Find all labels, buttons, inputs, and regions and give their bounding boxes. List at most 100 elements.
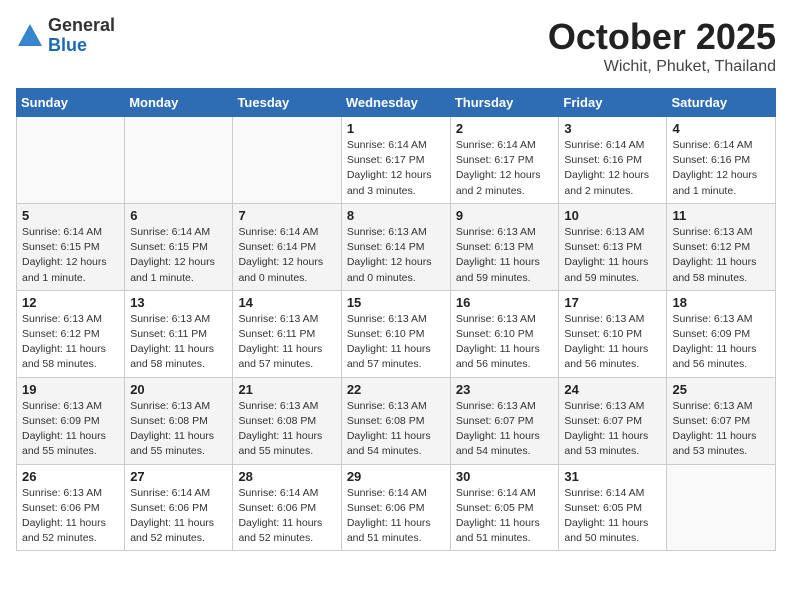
day-info: Sunrise: 6:14 AM Sunset: 6:06 PM Dayligh… <box>238 486 335 547</box>
day-number: 22 <box>347 382 445 397</box>
day-number: 27 <box>130 469 227 484</box>
day-info: Sunrise: 6:14 AM Sunset: 6:16 PM Dayligh… <box>672 138 770 199</box>
day-info: Sunrise: 6:14 AM Sunset: 6:17 PM Dayligh… <box>347 138 445 199</box>
day-info: Sunrise: 6:14 AM Sunset: 6:17 PM Dayligh… <box>456 138 554 199</box>
day-info: Sunrise: 6:13 AM Sunset: 6:08 PM Dayligh… <box>347 399 445 460</box>
day-info: Sunrise: 6:14 AM Sunset: 6:05 PM Dayligh… <box>456 486 554 547</box>
day-info: Sunrise: 6:13 AM Sunset: 6:06 PM Dayligh… <box>22 486 119 547</box>
calendar-cell: 13 Sunrise: 6:13 AM Sunset: 6:11 PM Dayli… <box>125 290 233 377</box>
day-info: Sunrise: 6:13 AM Sunset: 6:11 PM Dayligh… <box>130 312 227 373</box>
calendar-cell: 16 Sunrise: 6:13 AM Sunset: 6:10 PM Dayli… <box>450 290 559 377</box>
day-number: 24 <box>564 382 661 397</box>
calendar-cell: 31 Sunrise: 6:14 AM Sunset: 6:05 PM Dayli… <box>559 464 667 551</box>
day-info: Sunrise: 6:13 AM Sunset: 6:07 PM Dayligh… <box>564 399 661 460</box>
day-info: Sunrise: 6:13 AM Sunset: 6:09 PM Dayligh… <box>672 312 770 373</box>
calendar-cell: 8 Sunrise: 6:13 AM Sunset: 6:14 PM Daylig… <box>341 203 450 290</box>
day-number: 19 <box>22 382 119 397</box>
day-info: Sunrise: 6:13 AM Sunset: 6:13 PM Dayligh… <box>456 225 554 286</box>
day-info: Sunrise: 6:14 AM Sunset: 6:14 PM Dayligh… <box>238 225 335 286</box>
calendar-cell: 25 Sunrise: 6:13 AM Sunset: 6:07 PM Dayli… <box>667 377 776 464</box>
calendar-cell <box>667 464 776 551</box>
day-info: Sunrise: 6:13 AM Sunset: 6:10 PM Dayligh… <box>564 312 661 373</box>
day-info: Sunrise: 6:14 AM Sunset: 6:16 PM Dayligh… <box>564 138 661 199</box>
day-info: Sunrise: 6:13 AM Sunset: 6:08 PM Dayligh… <box>238 399 335 460</box>
calendar-cell: 29Sunrise: 6:14 AM Sunset: 6:06 PM Dayli… <box>341 464 450 551</box>
day-info: Sunrise: 6:13 AM Sunset: 6:07 PM Dayligh… <box>672 399 770 460</box>
day-number: 6 <box>130 208 227 223</box>
logo-icon <box>16 22 44 50</box>
calendar-cell: 2 Sunrise: 6:14 AM Sunset: 6:17 PM Daylig… <box>450 117 559 204</box>
calendar-cell: 17 Sunrise: 6:13 AM Sunset: 6:10 PM Dayli… <box>559 290 667 377</box>
col-header-wednesday: Wednesday <box>341 89 450 117</box>
day-number: 2 <box>456 121 554 136</box>
page-header: General Blue October 2025 Wichit, Phuket… <box>16 16 776 76</box>
calendar-cell: 27 Sunrise: 6:14 AM Sunset: 6:06 PM Dayli… <box>125 464 233 551</box>
day-info: Sunrise: 6:14 AM Sunset: 6:15 PM Dayligh… <box>130 225 227 286</box>
day-number: 21 <box>238 382 335 397</box>
calendar-cell: 12 Sunrise: 6:13 AM Sunset: 6:12 PM Dayli… <box>17 290 125 377</box>
day-info: Sunrise: 6:13 AM Sunset: 6:14 PM Dayligh… <box>347 225 445 286</box>
calendar-table: SundayMondayTuesdayWednesdayThursdayFrid… <box>16 88 776 551</box>
col-header-thursday: Thursday <box>450 89 559 117</box>
day-number: 4 <box>672 121 770 136</box>
day-info: Sunrise: 6:13 AM Sunset: 6:09 PM Dayligh… <box>22 399 119 460</box>
day-number: 30 <box>456 469 554 484</box>
day-number: 8 <box>347 208 445 223</box>
calendar-cell: 5 Sunrise: 6:14 AM Sunset: 6:15 PM Daylig… <box>17 203 125 290</box>
calendar-cell: 4 Sunrise: 6:14 AM Sunset: 6:16 PM Daylig… <box>667 117 776 204</box>
day-info: Sunrise: 6:13 AM Sunset: 6:07 PM Dayligh… <box>456 399 554 460</box>
calendar-cell <box>233 117 341 204</box>
location: Wichit, Phuket, Thailand <box>548 58 776 76</box>
col-header-tuesday: Tuesday <box>233 89 341 117</box>
day-info: Sunrise: 6:13 AM Sunset: 6:10 PM Dayligh… <box>456 312 554 373</box>
day-info: Sunrise: 6:13 AM Sunset: 6:08 PM Dayligh… <box>130 399 227 460</box>
calendar-cell: 26 Sunrise: 6:13 AM Sunset: 6:06 PM Dayli… <box>17 464 125 551</box>
day-number: 31 <box>564 469 661 484</box>
day-info: Sunrise: 6:14 AM Sunset: 6:06 PM Dayligh… <box>130 486 227 547</box>
col-header-monday: Monday <box>125 89 233 117</box>
col-header-saturday: Saturday <box>667 89 776 117</box>
month-title: October 2025 <box>548 16 776 58</box>
day-number: 5 <box>22 208 119 223</box>
day-number: 11 <box>672 208 770 223</box>
day-number: 26 <box>22 469 119 484</box>
calendar-cell: 20 Sunrise: 6:13 AM Sunset: 6:08 PM Dayli… <box>125 377 233 464</box>
day-number: 17 <box>564 295 661 310</box>
calendar-cell: 18 Sunrise: 6:13 AM Sunset: 6:09 PM Dayli… <box>667 290 776 377</box>
day-number: 10 <box>564 208 661 223</box>
day-number: 15 <box>347 295 445 310</box>
calendar-cell: 3 Sunrise: 6:14 AM Sunset: 6:16 PM Daylig… <box>559 117 667 204</box>
calendar-cell: 6 Sunrise: 6:14 AM Sunset: 6:15 PM Daylig… <box>125 203 233 290</box>
day-info: Sunrise: 6:14 AM Sunset: 6:15 PM Dayligh… <box>22 225 119 286</box>
day-number: 7 <box>238 208 335 223</box>
calendar-cell: 24 Sunrise: 6:13 AM Sunset: 6:07 PM Dayli… <box>559 377 667 464</box>
day-info: Sunrise: 6:13 AM Sunset: 6:12 PM Dayligh… <box>672 225 770 286</box>
day-number: 3 <box>564 121 661 136</box>
day-number: 9 <box>456 208 554 223</box>
calendar-cell: 15Sunrise: 6:13 AM Sunset: 6:10 PM Dayli… <box>341 290 450 377</box>
day-number: 16 <box>456 295 554 310</box>
day-number: 13 <box>130 295 227 310</box>
day-number: 14 <box>238 295 335 310</box>
day-info: Sunrise: 6:14 AM Sunset: 6:05 PM Dayligh… <box>564 486 661 547</box>
col-header-sunday: Sunday <box>17 89 125 117</box>
calendar-cell: 11 Sunrise: 6:13 AM Sunset: 6:12 PM Dayli… <box>667 203 776 290</box>
calendar-cell: 14 Sunrise: 6:13 AM Sunset: 6:11 PM Dayli… <box>233 290 341 377</box>
calendar-cell: 19 Sunrise: 6:13 AM Sunset: 6:09 PM Dayli… <box>17 377 125 464</box>
day-info: Sunrise: 6:13 AM Sunset: 6:12 PM Dayligh… <box>22 312 119 373</box>
col-header-friday: Friday <box>559 89 667 117</box>
calendar-cell: 1 Sunrise: 6:14 AM Sunset: 6:17 PM Daylig… <box>341 117 450 204</box>
day-number: 12 <box>22 295 119 310</box>
day-info: Sunrise: 6:13 AM Sunset: 6:11 PM Dayligh… <box>238 312 335 373</box>
day-number: 25 <box>672 382 770 397</box>
calendar-cell: 22 Sunrise: 6:13 AM Sunset: 6:08 PM Dayli… <box>341 377 450 464</box>
calendar-cell: 9 Sunrise: 6:13 AM Sunset: 6:13 PM Daylig… <box>450 203 559 290</box>
day-number: 20 <box>130 382 227 397</box>
day-number: 1 <box>347 121 445 136</box>
calendar-cell: 30 Sunrise: 6:14 AM Sunset: 6:05 PM Dayli… <box>450 464 559 551</box>
day-number: 28 <box>238 469 335 484</box>
day-info: Sunrise: 6:13 AM Sunset: 6:13 PM Dayligh… <box>564 225 661 286</box>
logo: General Blue <box>16 16 115 56</box>
calendar-cell: 23Sunrise: 6:13 AM Sunset: 6:07 PM Dayli… <box>450 377 559 464</box>
day-number: 18 <box>672 295 770 310</box>
